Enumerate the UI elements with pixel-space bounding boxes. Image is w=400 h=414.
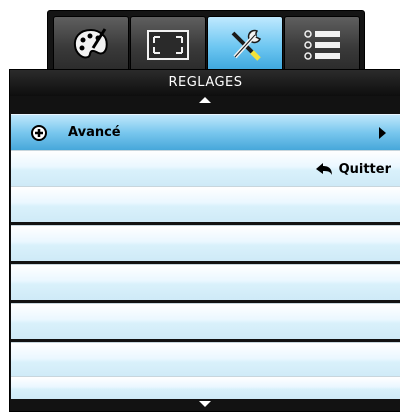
options-list-icon: [304, 29, 340, 60]
scroll-up-icon[interactable]: [199, 97, 211, 103]
menu-item-advanced[interactable]: Avancé: [11, 114, 400, 150]
back-arrow-icon: [315, 163, 332, 175]
menu-item-empty: [11, 376, 400, 399]
scroll-down-icon[interactable]: [199, 401, 211, 407]
menu-item-empty: [11, 186, 400, 222]
settings-tools-icon: [231, 29, 261, 61]
menu-tab-bar: [47, 10, 365, 72]
menu-item-empty: [11, 342, 400, 378]
menu-item-empty: [11, 225, 400, 261]
menu-item-empty: [11, 303, 400, 339]
quit-label: Quitter: [338, 161, 391, 177]
screen-resize-icon: [147, 29, 189, 60]
plus-circle-icon: [31, 125, 47, 141]
settings-panel: REGLAGES Avancé Quitter: [9, 69, 400, 412]
tab-screen[interactable]: [130, 16, 206, 72]
tab-options[interactable]: [284, 16, 360, 72]
menu-item-quit[interactable]: Quitter: [11, 150, 400, 186]
tab-settings[interactable]: [207, 16, 283, 72]
image-palette-icon: [73, 27, 108, 58]
quit-button[interactable]: Quitter: [315, 151, 391, 187]
tab-image[interactable]: [53, 16, 129, 72]
chevron-right-icon: [379, 127, 386, 139]
panel-title: REGLAGES: [10, 70, 400, 96]
menu-item-label: Avancé: [68, 125, 121, 140]
menu-item-empty: [11, 264, 400, 300]
